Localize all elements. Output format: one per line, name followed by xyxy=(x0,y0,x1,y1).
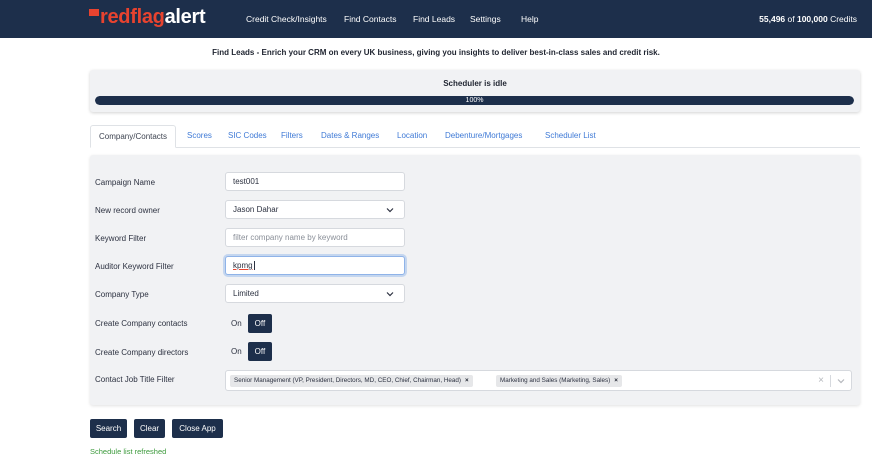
tab-scheduler-list[interactable]: Scheduler List xyxy=(545,125,596,148)
tab-scores[interactable]: Scores xyxy=(187,125,212,148)
create-directors-toggle: On Off xyxy=(225,342,273,361)
auditor-filter-value: kpmg xyxy=(233,261,253,270)
tab-company-contacts[interactable]: Company/Contacts xyxy=(90,125,177,148)
chevron-down-icon xyxy=(386,292,394,297)
keyword-filter-input[interactable]: filter company name by keyword xyxy=(225,228,405,247)
auditor-filter-label: Auditor Keyword Filter xyxy=(95,262,174,271)
auditor-filter-input[interactable]: kpmg xyxy=(225,256,405,275)
create-contacts-label: Create Company contacts xyxy=(95,319,188,328)
campaign-name-input[interactable]: test001 xyxy=(225,172,405,191)
tab-debenture-mortgages[interactable]: Debenture/Mortgages xyxy=(445,125,522,148)
credits-total: 100,000 xyxy=(796,14,828,24)
create-contacts-toggle: On Off xyxy=(225,314,273,333)
nav-settings[interactable]: Settings xyxy=(470,14,501,24)
tab-sic-codes[interactable]: SIC Codes xyxy=(228,125,267,148)
flag-icon xyxy=(89,9,99,16)
tab-dates-ranges[interactable]: Dates & Ranges xyxy=(321,125,379,148)
chip-label: Senior Management (VP, President, Direct… xyxy=(234,377,462,384)
chip-senior-management: Senior Management (VP, President, Direct… xyxy=(230,375,473,387)
chip-label: Marketing and Sales (Marketing, Sales) xyxy=(500,377,611,384)
progress-label: 100% xyxy=(465,97,484,104)
chip-marketing-sales: Marketing and Sales (Marketing, Sales) × xyxy=(496,375,622,387)
page-headline: Find Leads - Enrich your CRM on every UK… xyxy=(212,48,660,57)
text-caret xyxy=(253,261,255,271)
tab-bar: Company/Contacts Scores SIC Codes Filter… xyxy=(90,125,860,148)
credits-of: of xyxy=(785,14,797,24)
record-owner-label: New record owner xyxy=(95,206,160,215)
multiselect-separator xyxy=(830,375,831,387)
record-owner-value: Jason Dahar xyxy=(233,205,279,214)
keyword-filter-label: Keyword Filter xyxy=(95,234,147,243)
create-contacts-on[interactable]: On xyxy=(225,314,248,333)
campaign-name-label: Campaign Name xyxy=(95,178,156,187)
tab-location[interactable]: Location xyxy=(397,125,427,148)
scheduler-panel: Scheduler is idle 100% xyxy=(90,70,860,112)
nav-credit-check[interactable]: Credit Check/Insights xyxy=(246,14,327,24)
create-contacts-off[interactable]: Off xyxy=(247,314,273,333)
nav-find-contacts[interactable]: Find Contacts xyxy=(344,14,396,24)
search-button[interactable]: Search xyxy=(90,419,127,438)
company-contacts-form: Campaign Name test001 New record owner J… xyxy=(90,155,860,405)
credits-used: 55,496 xyxy=(759,14,786,24)
logo-text-red: redflag xyxy=(100,6,165,28)
chevron-down-icon[interactable] xyxy=(836,376,846,386)
credits-counter: 55,496 of 100,000 Credits xyxy=(759,14,857,24)
scheduler-status: Scheduler is idle xyxy=(443,79,507,88)
company-type-label: Company Type xyxy=(95,290,149,299)
logo-text-white: alert xyxy=(164,6,206,28)
job-title-multiselect[interactable]: Senior Management (VP, President, Direct… xyxy=(225,370,852,391)
create-directors-off[interactable]: Off xyxy=(247,342,273,361)
company-type-select[interactable]: Limited xyxy=(225,284,405,303)
chip-remove-icon[interactable]: × xyxy=(465,377,469,384)
nav-find-leads[interactable]: Find Leads xyxy=(413,14,455,24)
record-owner-select[interactable]: Jason Dahar xyxy=(225,200,405,219)
tab-filters[interactable]: Filters xyxy=(281,125,303,148)
create-directors-on[interactable]: On xyxy=(225,342,248,361)
nav-help[interactable]: Help xyxy=(521,14,538,24)
chip-remove-icon[interactable]: × xyxy=(614,377,618,384)
scheduler-progress-bar: 100% xyxy=(95,96,854,105)
company-type-value: Limited xyxy=(233,289,259,298)
status-message: Schedule list refreshed xyxy=(90,447,167,456)
job-title-filter-label: Contact Job Title Filter xyxy=(95,375,175,384)
redflagalert-logo[interactable]: redflag alert xyxy=(89,6,206,30)
clear-selection-icon[interactable]: × xyxy=(818,374,824,388)
chevron-down-icon xyxy=(386,208,394,213)
credits-suffix: Credits xyxy=(827,14,857,24)
top-navbar: redflag alert Credit Check/Insights Find … xyxy=(0,0,872,38)
close-app-button[interactable]: Close App xyxy=(172,419,223,438)
clear-button[interactable]: Clear xyxy=(134,419,165,438)
create-directors-label: Create Company directors xyxy=(95,348,189,357)
